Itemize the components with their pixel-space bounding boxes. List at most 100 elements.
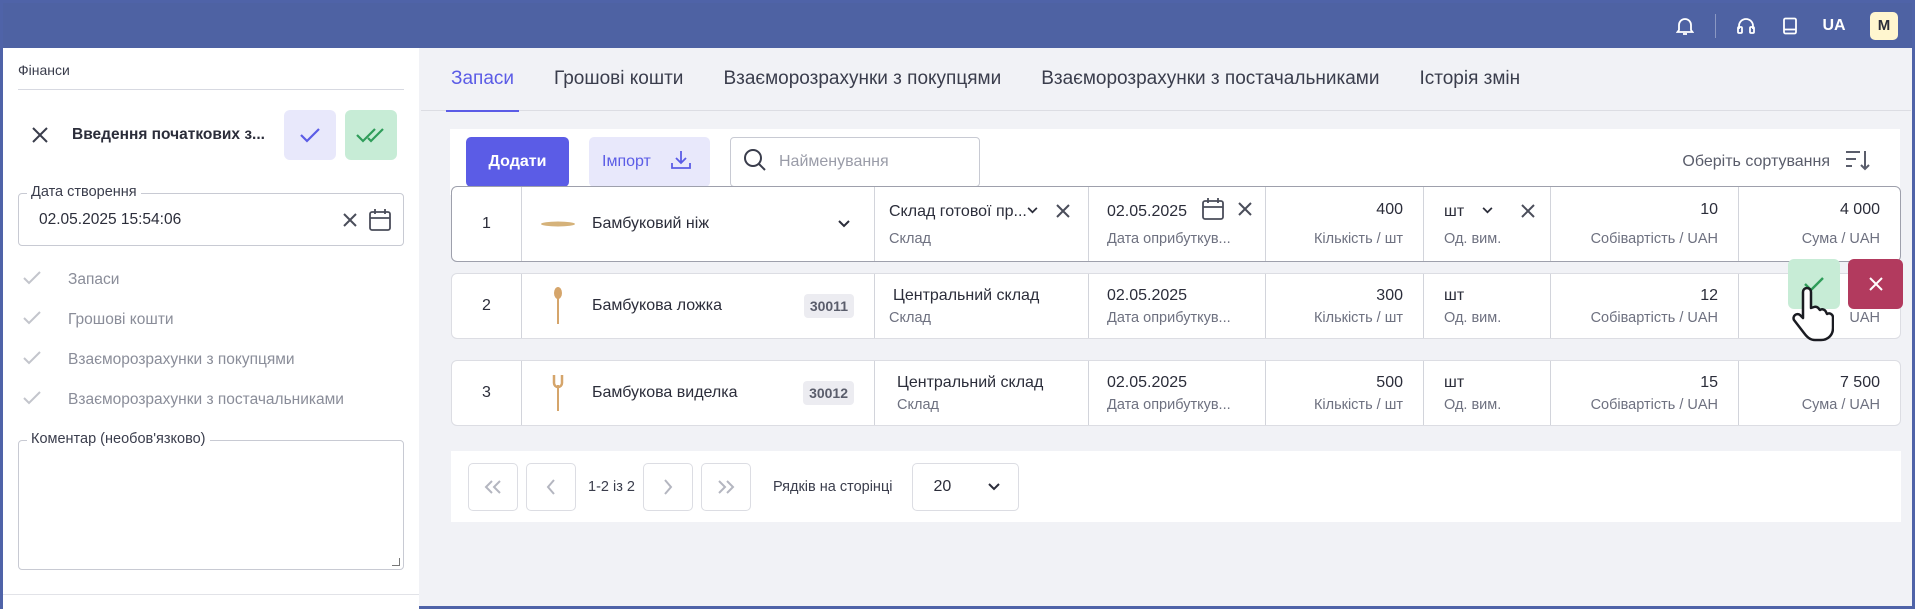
product-thumbnail: [538, 373, 578, 413]
cost-label: Собівартість / UAH: [1590, 397, 1718, 413]
close-icon[interactable]: [18, 113, 62, 157]
product-name: Бамбукова виделка: [592, 384, 738, 401]
quantity-label: Кількість / шт: [1313, 397, 1403, 413]
post-document-button[interactable]: [345, 110, 397, 160]
tab-cash[interactable]: Грошові кошти: [554, 48, 683, 111]
divider: [3, 594, 419, 595]
sum-label: Сума / UAH: [1801, 231, 1880, 247]
import-button[interactable]: Імпорт: [589, 137, 710, 187]
clear-icon[interactable]: [335, 212, 365, 228]
rows-per-page-select[interactable]: 20: [912, 462, 1020, 511]
creation-date-value[interactable]: 02.05.2025 15:54:06: [39, 211, 335, 229]
chevron-down-icon: [988, 478, 1001, 496]
sum-cell: 7 500 Сума / UAH: [1739, 361, 1900, 425]
creation-date-label: Дата створення: [27, 184, 141, 200]
chevron-down-icon[interactable]: [1482, 207, 1493, 214]
receipt-date-value: 02.05.2025: [1107, 203, 1188, 220]
warehouse-label: Склад: [889, 231, 931, 247]
tab-customer-settlements[interactable]: Взаєморозрахунки з покупцями: [723, 48, 1001, 111]
receipt-date-cell[interactable]: 02.05.2025 Дата оприбуткув...: [1089, 274, 1266, 338]
comment-field[interactable]: Коментар (необов'язково): [18, 431, 404, 570]
table-row[interactable]: 3 Бамбукова виделка 30012 Центральний ск…: [451, 360, 1901, 426]
quantity-value: 300: [1376, 287, 1403, 304]
document-title: Введення початкових з...: [72, 126, 265, 143]
warehouse-value: Склад готової пр...: [889, 203, 1027, 220]
bell-icon[interactable]: [1663, 3, 1707, 48]
row-number: 3: [452, 361, 522, 425]
prev-page-button[interactable]: [526, 462, 576, 511]
clear-icon[interactable]: [1237, 201, 1253, 217]
next-page-button[interactable]: [642, 462, 693, 511]
last-page-button[interactable]: [700, 462, 751, 511]
book-icon[interactable]: [1768, 3, 1812, 48]
table-row[interactable]: 2 Бамбукова ложка 30011 Центральний скла…: [451, 273, 1901, 339]
cancel-row-button[interactable]: [1848, 259, 1903, 309]
receipt-date-field[interactable]: 02.05.2025 Дата оприбуткув...: [1089, 187, 1266, 261]
receipt-date-value: 02.05.2025: [1107, 374, 1188, 391]
cost-field[interactable]: 10 Собівартість / UAH: [1551, 187, 1739, 261]
row-number: 1: [452, 187, 522, 261]
calendar-icon[interactable]: [1201, 197, 1225, 221]
row-number: 2: [452, 274, 522, 338]
chevron-down-icon[interactable]: [1027, 207, 1038, 214]
unit-value: шт: [1444, 287, 1465, 304]
language-switch[interactable]: UA: [1812, 17, 1856, 35]
table-row[interactable]: 1 Бамбуковий ніж Склад готової пр... Скл…: [451, 186, 1901, 262]
section-title: Фінанси: [18, 48, 404, 90]
warehouse-cell[interactable]: Центральний склад Склад: [875, 274, 1089, 338]
product-name: Бамбукова ложка: [592, 297, 722, 314]
product-name: Бамбуковий ніж: [592, 215, 710, 232]
quantity-cell[interactable]: 300 Кількість / шт: [1266, 274, 1424, 338]
creation-date-field[interactable]: Дата створення 02.05.2025 15:54:06: [18, 184, 404, 246]
cost-label: Собівартість / UAH: [1590, 310, 1718, 326]
cost-value: 12: [1700, 287, 1718, 304]
rows-per-page-label: Рядків на сторінці: [772, 478, 893, 495]
tab-supplier-settlements[interactable]: Взаєморозрахунки з постачальниками: [1041, 48, 1379, 111]
product-cell[interactable]: Бамбукова ложка 30011: [522, 274, 875, 338]
chevron-down-icon[interactable]: [838, 215, 850, 233]
cost-label: Собівартість / UAH: [1590, 231, 1718, 247]
unit-value: шт: [1444, 374, 1465, 391]
unit-cell[interactable]: шт Од. вим.: [1424, 274, 1551, 338]
check-icon: [18, 390, 68, 410]
sort-select[interactable]: Оберіть сортування: [1682, 149, 1870, 176]
unit-select[interactable]: шт Од. вим.: [1424, 187, 1551, 261]
receipt-date-cell[interactable]: 02.05.2025 Дата оприбуткув...: [1089, 361, 1266, 425]
topbar-divider: [1715, 13, 1716, 38]
sort-icon: [1844, 149, 1870, 176]
tab-history[interactable]: Історія змін: [1419, 48, 1520, 111]
clear-icon[interactable]: [1055, 203, 1071, 219]
product-select[interactable]: Бамбуковий ніж: [522, 187, 875, 261]
product-thumbnail: [538, 219, 578, 229]
avatar[interactable]: M: [1870, 11, 1898, 40]
save-button[interactable]: [284, 110, 336, 160]
quantity-cell[interactable]: 500 Кількість / шт: [1266, 361, 1424, 425]
cost-cell[interactable]: 15 Собівартість / UAH: [1551, 361, 1739, 425]
steps-checklist: Запаси Грошові кошти Взаєморозрахунки з …: [18, 260, 404, 420]
page-info: 1-2 із 2: [588, 478, 635, 495]
cost-cell[interactable]: 12 Собівартість / UAH: [1551, 274, 1739, 338]
quantity-field[interactable]: 400 Кількість / шт: [1266, 187, 1424, 261]
first-page-button[interactable]: [468, 462, 518, 511]
search-placeholder: Найменування: [779, 153, 889, 170]
sum-value: 7 500: [1839, 374, 1880, 391]
download-icon: [669, 148, 693, 177]
add-button[interactable]: Додати: [466, 137, 569, 187]
import-label: Імпорт: [602, 153, 651, 170]
search-input[interactable]: Найменування: [730, 137, 980, 187]
warehouse-cell[interactable]: Центральний склад Склад: [875, 361, 1089, 425]
unit-value: шт: [1444, 203, 1465, 220]
product-cell[interactable]: Бамбукова виделка 30012: [522, 361, 875, 425]
warehouse-select[interactable]: Склад готової пр... Склад: [875, 187, 1089, 261]
check-icon: [18, 270, 68, 290]
calendar-icon[interactable]: [365, 208, 395, 232]
headset-icon[interactable]: [1724, 3, 1768, 48]
unit-cell[interactable]: шт Од. вим.: [1424, 361, 1551, 425]
receipt-date-value: 02.05.2025: [1107, 287, 1188, 304]
tab-stocks[interactable]: Запаси: [445, 48, 520, 112]
clear-icon[interactable]: [1520, 203, 1536, 219]
receipt-date-label: Дата оприбуткув...: [1107, 397, 1231, 413]
resize-handle[interactable]: [392, 558, 400, 566]
warehouse-value: Центральний склад: [897, 374, 1044, 391]
document-sidebar: Фінанси Введення початкових з... Дата ст…: [3, 48, 419, 609]
